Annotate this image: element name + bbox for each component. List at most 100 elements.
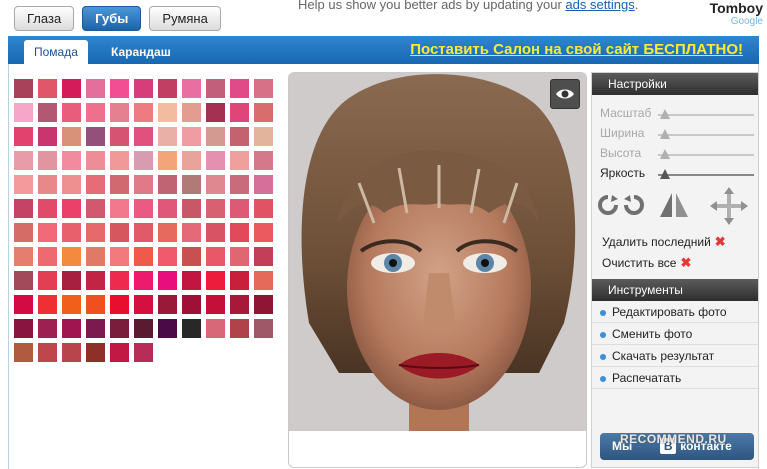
color-swatch[interactable] <box>86 151 105 170</box>
color-swatch[interactable] <box>206 175 225 194</box>
color-swatch[interactable] <box>158 223 177 242</box>
color-swatch[interactable] <box>206 79 225 98</box>
color-swatch[interactable] <box>206 295 225 314</box>
color-swatch[interactable] <box>62 175 81 194</box>
face-photo[interactable] <box>289 73 586 431</box>
color-swatch[interactable] <box>254 319 273 338</box>
color-swatch[interactable] <box>62 151 81 170</box>
color-swatch[interactable] <box>230 319 249 338</box>
color-swatch[interactable] <box>158 271 177 290</box>
color-swatch[interactable] <box>158 79 177 98</box>
promo-link[interactable]: Поставить Салон на свой сайт БЕСПЛАТНО! <box>410 41 743 58</box>
color-swatch[interactable] <box>182 175 201 194</box>
color-swatch[interactable] <box>38 295 57 314</box>
color-swatch[interactable] <box>254 223 273 242</box>
slider-thumb[interactable] <box>660 129 670 139</box>
brightness-slider[interactable]: Яркость <box>600 163 758 183</box>
color-swatch[interactable] <box>206 223 225 242</box>
color-swatch[interactable] <box>206 199 225 218</box>
lips-button[interactable]: Губы <box>82 6 142 31</box>
color-swatch[interactable] <box>38 151 57 170</box>
color-swatch[interactable] <box>110 175 129 194</box>
color-swatch[interactable] <box>230 127 249 146</box>
color-swatch[interactable] <box>86 199 105 218</box>
color-swatch[interactable] <box>86 295 105 314</box>
color-swatch[interactable] <box>62 79 81 98</box>
color-swatch[interactable] <box>134 199 153 218</box>
color-swatch[interactable] <box>14 175 33 194</box>
color-swatch[interactable] <box>38 271 57 290</box>
color-swatch[interactable] <box>230 295 249 314</box>
slider-track[interactable] <box>658 134 754 136</box>
color-swatch[interactable] <box>14 127 33 146</box>
slider-track[interactable] <box>658 174 754 176</box>
color-swatch[interactable] <box>110 247 129 266</box>
color-swatch[interactable] <box>110 127 129 146</box>
color-swatch[interactable] <box>110 151 129 170</box>
clear-x-icon[interactable]: ✖ <box>680 255 691 270</box>
eyes-button[interactable]: Глаза <box>14 6 75 31</box>
color-swatch[interactable] <box>14 343 33 362</box>
slider-track[interactable] <box>658 114 754 116</box>
color-swatch[interactable] <box>14 247 33 266</box>
color-swatch[interactable] <box>14 223 33 242</box>
color-swatch[interactable] <box>230 175 249 194</box>
color-swatch[interactable] <box>254 79 273 98</box>
slider-thumb[interactable] <box>660 169 670 179</box>
color-swatch[interactable] <box>38 103 57 122</box>
color-swatch[interactable] <box>230 247 249 266</box>
color-swatch[interactable] <box>254 271 273 290</box>
color-swatch[interactable] <box>62 223 81 242</box>
color-swatch[interactable] <box>182 223 201 242</box>
color-swatch[interactable] <box>14 151 33 170</box>
color-swatch[interactable] <box>182 79 201 98</box>
color-swatch[interactable] <box>14 199 33 218</box>
color-swatch[interactable] <box>134 103 153 122</box>
color-swatch[interactable] <box>62 199 81 218</box>
color-swatch[interactable] <box>86 247 105 266</box>
color-swatch[interactable] <box>14 103 33 122</box>
color-swatch[interactable] <box>158 103 177 122</box>
color-swatch[interactable] <box>158 319 177 338</box>
color-swatch[interactable] <box>134 295 153 314</box>
color-swatch[interactable] <box>110 223 129 242</box>
color-swatch[interactable] <box>86 223 105 242</box>
blush-button[interactable]: Румяна <box>149 6 221 31</box>
move-icon[interactable] <box>708 185 750 227</box>
color-swatch[interactable] <box>110 199 129 218</box>
slider-track[interactable] <box>658 154 754 156</box>
color-swatch[interactable] <box>110 343 129 362</box>
color-swatch[interactable] <box>182 319 201 338</box>
color-swatch[interactable] <box>62 103 81 122</box>
color-swatch[interactable] <box>14 79 33 98</box>
color-swatch[interactable] <box>38 343 57 362</box>
color-swatch[interactable] <box>230 79 249 98</box>
color-swatch[interactable] <box>38 79 57 98</box>
color-swatch[interactable] <box>254 103 273 122</box>
width-slider[interactable]: Ширина <box>600 123 758 143</box>
color-swatch[interactable] <box>14 319 33 338</box>
color-swatch[interactable] <box>62 247 81 266</box>
color-swatch[interactable] <box>158 175 177 194</box>
color-swatch[interactable] <box>254 151 273 170</box>
color-swatch[interactable] <box>38 247 57 266</box>
color-swatch[interactable] <box>158 247 177 266</box>
color-swatch[interactable] <box>110 295 129 314</box>
color-swatch[interactable] <box>86 343 105 362</box>
color-swatch[interactable] <box>182 295 201 314</box>
color-swatch[interactable] <box>134 343 153 362</box>
color-swatch[interactable] <box>206 271 225 290</box>
print-item[interactable]: Распечатать <box>592 367 758 389</box>
color-swatch[interactable] <box>86 319 105 338</box>
slider-thumb[interactable] <box>660 149 670 159</box>
scale-slider[interactable]: Масштаб <box>600 103 758 123</box>
color-swatch[interactable] <box>38 223 57 242</box>
color-swatch[interactable] <box>14 271 33 290</box>
color-swatch[interactable] <box>110 79 129 98</box>
color-swatch[interactable] <box>206 247 225 266</box>
delete-last-action[interactable]: Удалить последний ✖ <box>592 231 758 252</box>
change-photo-item[interactable]: Сменить фото <box>592 323 758 345</box>
color-swatch[interactable] <box>134 151 153 170</box>
tab-pencil[interactable]: Карандаш <box>101 40 181 64</box>
color-swatch[interactable] <box>182 127 201 146</box>
